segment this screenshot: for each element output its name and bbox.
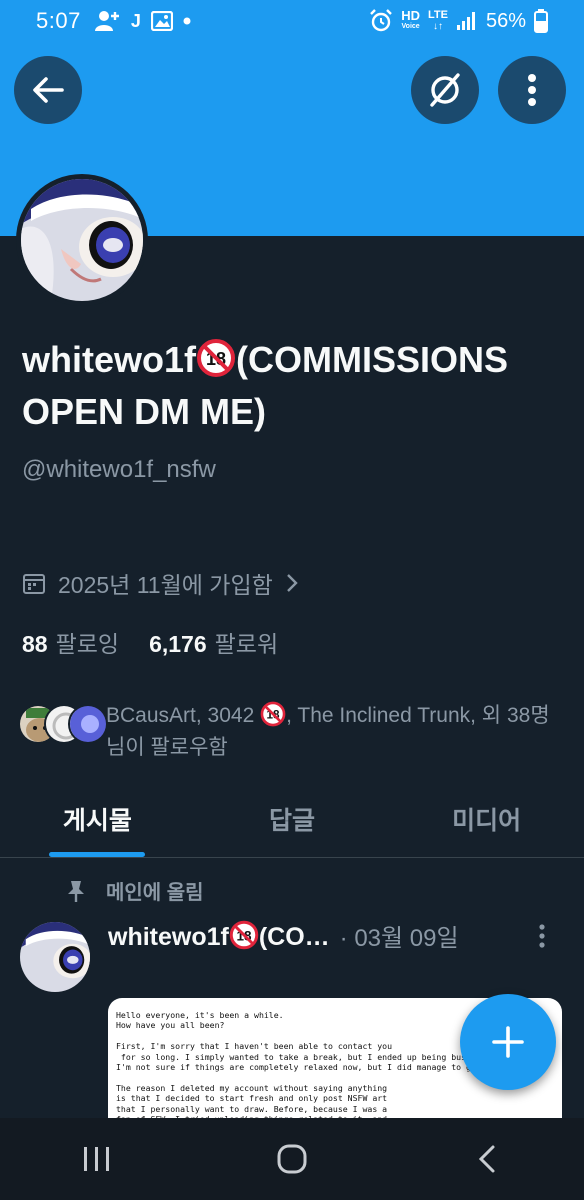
avatar xyxy=(21,179,143,301)
post-date[interactable]: · 03월 09일 xyxy=(340,918,459,953)
avatar xyxy=(68,704,108,744)
back-button[interactable] xyxy=(14,56,82,124)
status-left-icons: J xyxy=(94,10,191,32)
following-label: 팔로잉 xyxy=(55,631,120,657)
age-18-restricted-icon: 18 xyxy=(229,920,259,949)
home-icon xyxy=(277,1144,307,1174)
status-bar: 5:07 J HD Voice LTE ↓↑ 56% xyxy=(0,0,584,42)
age-18-restricted-icon: 18 xyxy=(260,701,286,727)
battery-percent: 56% xyxy=(485,9,526,32)
following-count: 88 xyxy=(22,631,48,657)
pinned-indicator: 메인에 올림 xyxy=(66,876,204,905)
followers-count: 6,176 xyxy=(149,631,207,657)
lte-indicator: LTE ↓↑ xyxy=(428,9,448,33)
back-nav-button[interactable] xyxy=(447,1129,527,1189)
compose-post-button[interactable] xyxy=(460,994,556,1090)
more-vertical-icon xyxy=(539,924,545,948)
chevron-left-icon xyxy=(478,1145,495,1173)
profile-tabs: 게시물 답글 미디어 xyxy=(0,780,584,858)
tab-media[interactable]: 미디어 xyxy=(389,780,584,857)
home-button[interactable] xyxy=(252,1129,332,1189)
profile-handle: @whitewo1f_nsfw xyxy=(22,456,216,483)
avatar xyxy=(20,922,90,992)
recent-apps-icon xyxy=(84,1147,110,1171)
recent-apps-button[interactable] xyxy=(57,1129,137,1189)
dot-icon xyxy=(183,17,191,25)
profile-avatar[interactable] xyxy=(16,174,148,306)
tab-replies[interactable]: 답글 xyxy=(195,780,390,857)
signal-icon xyxy=(456,12,475,30)
known-followers-text: BCausArt, 3042 18, The Inclined Trunk, 외… xyxy=(106,700,566,764)
alarm-icon xyxy=(370,9,393,32)
follow-counts: 88 팔로잉 6,176 팔로워 xyxy=(22,625,278,659)
image-icon xyxy=(150,11,173,31)
person-add-icon xyxy=(94,11,119,31)
followers-label: 팔로워 xyxy=(214,631,279,657)
pinned-label: 메인에 올림 xyxy=(106,882,204,904)
grok-icon xyxy=(430,73,460,107)
grok-button[interactable] xyxy=(411,56,479,124)
more-options-button[interactable] xyxy=(498,56,566,124)
post-header: whitewo1f18(CO… · 03월 09일 xyxy=(108,918,568,953)
known-followers[interactable]: BCausArt, 3042 18, The Inclined Trunk, 외… xyxy=(18,700,566,764)
tab-posts[interactable]: 게시물 xyxy=(0,780,195,857)
hd-voice-indicator: HD Voice xyxy=(401,8,420,30)
j-notification-icon: J xyxy=(130,10,141,31)
joined-date-row[interactable]: 2025년 11월에 가입함 xyxy=(22,566,299,600)
pin-icon xyxy=(68,880,84,902)
calendar-icon xyxy=(23,574,45,594)
chevron-right-icon xyxy=(286,574,298,592)
plus-icon xyxy=(492,1026,524,1058)
system-navigation-bar xyxy=(0,1118,584,1200)
age-18-restricted-icon: 18 xyxy=(197,339,236,377)
following-link[interactable]: 88 팔로잉 xyxy=(22,625,119,659)
post-author-avatar[interactable] xyxy=(20,922,90,992)
avatar-artwork xyxy=(21,179,143,301)
post-more-button[interactable] xyxy=(538,924,546,953)
arrow-left-icon xyxy=(33,77,64,103)
known-followers-avatars xyxy=(18,700,108,744)
status-right-icons: HD Voice LTE ↓↑ 56% xyxy=(369,9,548,33)
followers-link[interactable]: 6,176 팔로워 xyxy=(149,625,278,659)
battery-icon xyxy=(534,9,548,33)
status-time: 5:07 xyxy=(36,8,81,33)
joined-date-text: 2025년 11월에 가입함 xyxy=(58,572,273,598)
profile-display-name: whitewo1f18(COMMISSIONS OPEN DM ME) xyxy=(22,339,509,432)
more-vertical-icon xyxy=(528,74,536,106)
post-author-name[interactable]: whitewo1f18(CO… xyxy=(108,920,330,952)
